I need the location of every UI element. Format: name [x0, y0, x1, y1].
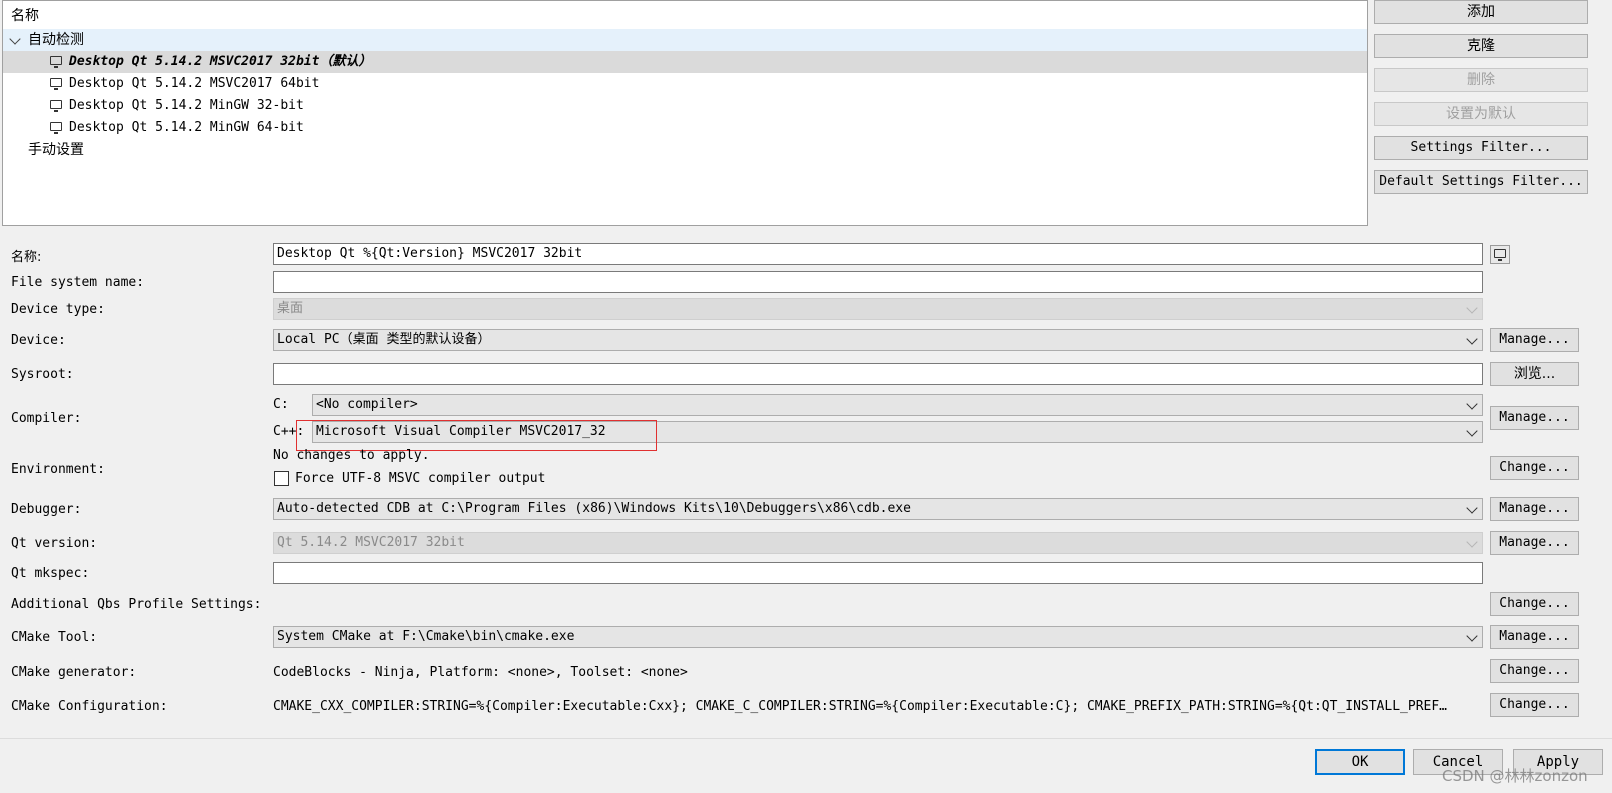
cmake-generator-change-button[interactable]: Change... [1490, 659, 1579, 683]
device-label: Device: [11, 333, 66, 348]
environment-status: No changes to apply. [273, 448, 430, 463]
chevron-down-icon [1466, 398, 1478, 410]
chevron-down-icon[interactable] [9, 33, 21, 45]
qt-mkspec-input[interactable] [273, 562, 1483, 584]
chevron-down-icon [1466, 536, 1478, 548]
tree-kit-item[interactable]: Desktop Qt 5.14.2 MinGW 64-bit [3, 117, 1367, 139]
cmake-config-label: CMake Configuration: [11, 699, 168, 714]
cmake-config-value: CMAKE_CXX_COMPILER:STRING=%{Compiler:Exe… [273, 699, 1447, 714]
cmake-tool-label: CMake Tool: [11, 630, 98, 645]
monitor-icon [1494, 249, 1506, 261]
qt-version-value: Qt 5.14.2 MSVC2017 32bit [277, 535, 465, 550]
highlight-box [296, 420, 657, 451]
compiler-c-label: C: [273, 397, 289, 412]
cmake-generator-label: CMake generator: [11, 665, 137, 680]
chevron-down-icon [1466, 425, 1478, 437]
tree-group-manual-label: 手动设置 [28, 142, 84, 158]
compiler-manage-button[interactable]: Manage... [1490, 406, 1579, 430]
make-default-button[interactable]: 设置为默认 [1374, 102, 1588, 126]
kit-tree[interactable]: 名称 自动检测 Desktop Qt 5.14.2 MSVC2017 32bit… [2, 0, 1368, 226]
default-settings-filter-button[interactable]: Default Settings Filter... [1374, 170, 1588, 194]
force-utf8-checkbox[interactable] [274, 471, 289, 486]
chevron-down-icon [1466, 630, 1478, 642]
fs-name-label: File system name: [11, 275, 145, 290]
compiler-label: Compiler: [11, 411, 82, 426]
force-utf8-label: Force UTF-8 MSVC compiler output [295, 471, 546, 486]
name-label: 名称: [11, 250, 42, 265]
tree-kit-label: Desktop Qt 5.14.2 MSVC2017 64bit [69, 76, 320, 91]
monitor-icon [50, 100, 62, 112]
tree-kit-item[interactable]: Desktop Qt 5.14.2 MinGW 32-bit [3, 95, 1367, 117]
name-input[interactable]: Desktop Qt %{Qt:Version} MSVC2017 32bit [273, 243, 1483, 265]
cmake-tool-manage-button[interactable]: Manage... [1490, 625, 1579, 649]
monitor-icon [50, 78, 62, 90]
debugger-value: Auto-detected CDB at C:\Program Files (x… [277, 501, 911, 516]
cmake-tool-select[interactable]: System CMake at F:\Cmake\bin\cmake.exe [273, 626, 1483, 648]
qt-version-manage-button[interactable]: Manage... [1490, 531, 1579, 555]
compiler-c-value: <No compiler> [316, 397, 418, 412]
remove-button[interactable]: 删除 [1374, 68, 1588, 92]
sysroot-input[interactable] [273, 363, 1483, 385]
tree-kit-item[interactable]: Desktop Qt 5.14.2 MSVC2017 64bit [3, 73, 1367, 95]
tree-group-auto-label: 自动检测 [28, 32, 84, 48]
sysroot-browse-button[interactable]: 浏览... [1490, 362, 1579, 386]
chevron-down-icon [1466, 502, 1478, 514]
tree-kit-item[interactable]: Desktop Qt 5.14.2 MSVC2017 32bit（默认） [3, 51, 1367, 73]
qt-mkspec-label: Qt mkspec: [11, 566, 90, 581]
ok-button[interactable]: OK [1315, 749, 1405, 775]
monitor-icon [50, 122, 62, 134]
monitor-icon [50, 56, 62, 68]
device-type-select[interactable]: 桌面 [273, 298, 1483, 320]
sysroot-label: Sysroot: [11, 367, 74, 382]
fs-name-input[interactable] [273, 271, 1483, 293]
device-type-value: 桌面 [277, 301, 304, 316]
dialog-footer: OK Cancel Apply CSDN @林林zonzon [0, 738, 1612, 793]
tree-group-manual[interactable]: 手动设置 [3, 139, 1367, 161]
cmake-tool-value: System CMake at F:\Cmake\bin\cmake.exe [277, 629, 575, 644]
debugger-label: Debugger: [11, 502, 82, 517]
compiler-c-select[interactable]: <No compiler> [312, 394, 1483, 416]
add-button[interactable]: 添加 [1374, 0, 1588, 24]
qbs-change-button[interactable]: Change... [1490, 592, 1579, 616]
cmake-config-change-button[interactable]: Change... [1490, 693, 1579, 717]
tree-header-name: 名称 [11, 8, 39, 24]
device-type-label: Device type: [11, 302, 105, 317]
tree-kit-label: Desktop Qt 5.14.2 MinGW 64-bit [69, 120, 304, 135]
tree-group-auto[interactable]: 自动检测 [3, 29, 1367, 51]
device-select[interactable]: Local PC（桌面 类型的默认设备） [273, 329, 1483, 351]
device-manage-button[interactable]: Manage... [1490, 328, 1579, 352]
qbs-label: Additional Qbs Profile Settings: [11, 597, 262, 612]
tree-kit-label: Desktop Qt 5.14.2 MinGW 32-bit [69, 98, 304, 113]
environment-label: Environment: [11, 462, 105, 477]
debugger-select[interactable]: Auto-detected CDB at C:\Program Files (x… [273, 498, 1483, 520]
watermark: CSDN @林林zonzon [1442, 767, 1588, 785]
device-value: Local PC（桌面 类型的默认设备） [277, 332, 491, 347]
tree-kit-label: Desktop Qt 5.14.2 MSVC2017 32bit（默认） [69, 54, 372, 69]
clone-button[interactable]: 克隆 [1374, 34, 1588, 58]
cmake-generator-value: CodeBlocks - Ninja, Platform: <none>, To… [273, 665, 688, 680]
debugger-manage-button[interactable]: Manage... [1490, 497, 1579, 521]
chevron-down-icon [1466, 302, 1478, 314]
qt-version-label: Qt version: [11, 536, 98, 551]
environment-change-button[interactable]: Change... [1490, 456, 1579, 480]
chevron-down-icon [1466, 333, 1478, 345]
kit-icon-button[interactable] [1490, 245, 1510, 264]
qt-version-select[interactable]: Qt 5.14.2 MSVC2017 32bit [273, 532, 1483, 554]
settings-filter-button[interactable]: Settings Filter... [1374, 136, 1588, 160]
